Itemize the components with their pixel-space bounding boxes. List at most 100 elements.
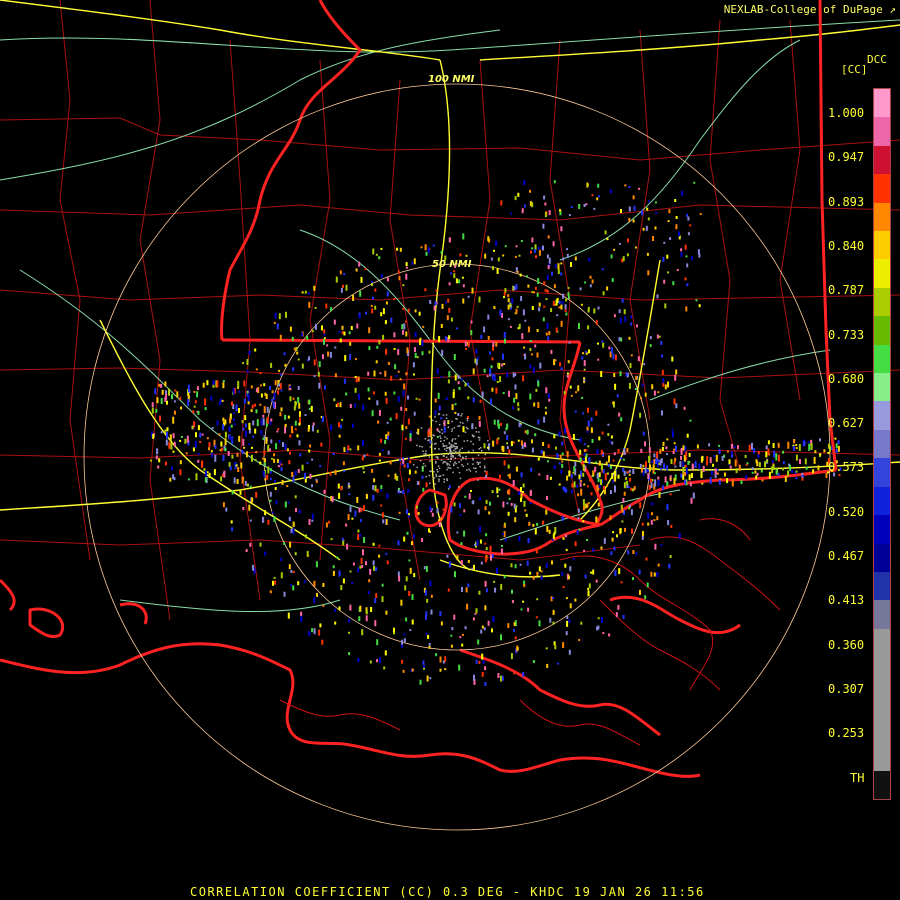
- echo-pixel: [386, 291, 389, 297]
- credit-text: NEXLAB-College of DuPage: [723, 3, 883, 16]
- external-link-icon[interactable]: ↗: [889, 3, 896, 16]
- echo-pixel: [369, 660, 372, 664]
- echo-pixel: [646, 468, 649, 471]
- echo-pixel: [445, 450, 448, 452]
- echo-pixel: [330, 307, 333, 312]
- echo-pixel: [583, 379, 586, 382]
- echo-pixel: [401, 639, 404, 645]
- echo-pixel: [503, 332, 506, 338]
- echo-pixel: [340, 287, 343, 293]
- echo-pixel: [443, 461, 445, 463]
- echo-pixel: [562, 536, 565, 540]
- echo-pixel: [372, 542, 375, 546]
- echo-pixel: [550, 349, 553, 354]
- echo-pixel: [515, 308, 518, 314]
- echo-pixel: [462, 426, 465, 433]
- echo-pixel: [628, 336, 631, 340]
- echo-pixel: [595, 461, 598, 464]
- echo-pixel: [451, 430, 453, 432]
- echo-pixel: [431, 437, 433, 439]
- echo-pixel: [273, 392, 276, 400]
- echo-pixel: [655, 458, 658, 465]
- echo-pixel: [542, 520, 545, 525]
- echo-pixel: [275, 443, 278, 450]
- echo-pixel: [201, 433, 204, 436]
- echo-pixel: [520, 487, 522, 492]
- echo-pixel: [791, 469, 794, 473]
- echo-pixel: [270, 362, 273, 368]
- echo-pixel: [522, 483, 525, 488]
- echo-pixel: [597, 625, 600, 630]
- echo-pixel: [606, 238, 609, 241]
- echo-pixel: [795, 477, 798, 480]
- echo-pixel: [422, 325, 425, 328]
- echo-pixel: [196, 391, 199, 398]
- echo-pixel: [403, 383, 406, 390]
- echo-pixel: [754, 470, 757, 474]
- echo-pixel: [454, 571, 456, 578]
- echo-pixel: [421, 446, 423, 448]
- echo-pixel: [666, 481, 669, 487]
- echo-pixel: [313, 597, 316, 604]
- echo-pixel: [461, 633, 464, 636]
- echo-pixel: [517, 402, 520, 407]
- echo-pixel: [206, 471, 209, 474]
- echo-pixel: [173, 441, 176, 447]
- echo-pixel: [537, 457, 540, 461]
- echo-pixel: [218, 401, 221, 406]
- echo-pixel: [768, 471, 771, 479]
- echo-pixel: [295, 508, 297, 513]
- echo-pixel: [427, 634, 430, 639]
- echo-pixel: [380, 504, 383, 507]
- echo-pixel: [461, 464, 463, 466]
- echo-pixel: [623, 309, 626, 315]
- echo-pixel: [298, 509, 301, 514]
- echo-pixel: [635, 375, 638, 380]
- echo-pixel: [464, 626, 467, 630]
- echo-pixel: [222, 424, 225, 431]
- echo-pixel: [434, 301, 437, 306]
- echo-pixel: [713, 455, 716, 458]
- echo-pixel: [187, 478, 190, 481]
- echo-pixel: [583, 443, 586, 446]
- echo-pixel: [511, 406, 514, 410]
- echo-pixel: [224, 431, 227, 438]
- echo-pixel: [630, 509, 633, 516]
- echo-pixel: [192, 410, 195, 414]
- echo-pixel: [365, 610, 368, 615]
- echo-pixel: [835, 460, 838, 464]
- echo-pixel: [338, 434, 341, 438]
- echo-pixel: [638, 187, 641, 190]
- echo-pixel: [454, 457, 456, 459]
- echo-pixel: [503, 524, 506, 528]
- echo-pixel: [595, 319, 598, 325]
- echo-pixel: [491, 357, 494, 361]
- range-rings: [83, 83, 831, 831]
- echo-pixel: [516, 270, 519, 273]
- echo-pixel: [284, 414, 287, 420]
- echo-pixel: [629, 363, 632, 369]
- legend-swatch: [874, 429, 890, 459]
- echo-pixel: [397, 370, 400, 373]
- echo-pixel: [361, 564, 364, 568]
- echo-pixel: [445, 301, 448, 304]
- echo-pixel: [438, 413, 441, 415]
- echo-pixel: [666, 453, 668, 456]
- echo-pixel: [784, 476, 787, 482]
- echo-pixel: [558, 300, 561, 304]
- echo-pixel: [772, 464, 775, 470]
- echo-pixel: [362, 440, 364, 446]
- echo-pixel: [601, 340, 604, 343]
- echo-pixel: [171, 394, 173, 400]
- echo-pixel: [579, 457, 582, 463]
- echo-pixel: [748, 444, 751, 451]
- echo-pixel: [613, 248, 616, 251]
- echo-pixel: [530, 467, 533, 472]
- echo-pixel: [362, 465, 365, 470]
- echo-pixel: [563, 391, 566, 395]
- echo-pixel: [170, 442, 173, 450]
- echo-pixel: [502, 392, 505, 394]
- echo-pixel: [630, 354, 633, 357]
- echo-pixel: [612, 353, 615, 360]
- echo-pixel: [231, 490, 234, 495]
